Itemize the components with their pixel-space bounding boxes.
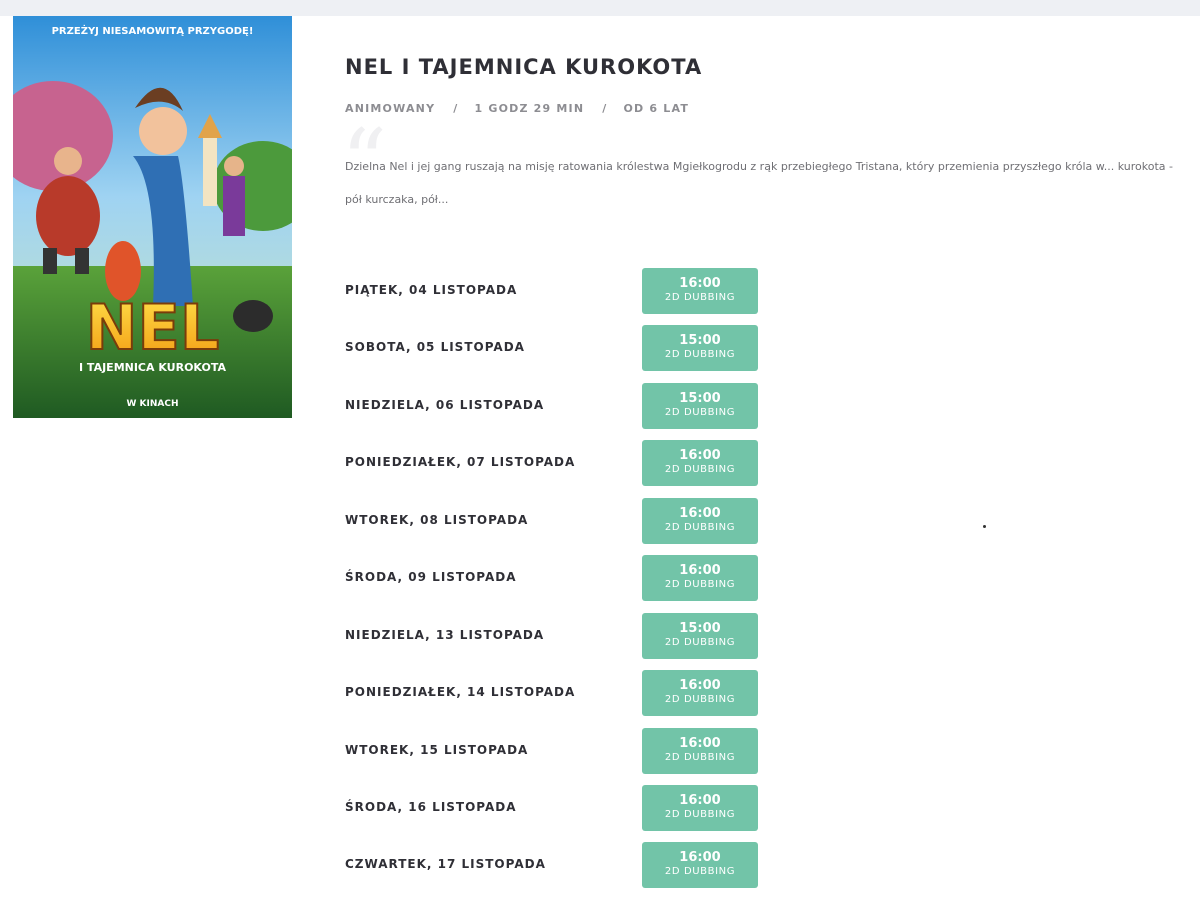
showtime-time: 15:00 bbox=[679, 391, 721, 406]
showtime-row: PONIEDZIAŁEK, 14 LISTOPADA 16:00 2D DUBBI… bbox=[345, 670, 765, 716]
showtime-time: 16:00 bbox=[679, 793, 721, 808]
showtime-day: PONIEDZIAŁEK, 07 LISTOPADA bbox=[345, 455, 576, 469]
showtime-time: 15:00 bbox=[679, 333, 721, 348]
showtime-day: WTOREK, 15 LISTOPADA bbox=[345, 743, 529, 757]
showtime-format: 2D DUBBING bbox=[664, 349, 736, 360]
showtime-time: 16:00 bbox=[679, 736, 721, 751]
showtime-button[interactable]: 16:00 2D DUBBING bbox=[642, 268, 758, 314]
showtime-time: 16:00 bbox=[679, 506, 721, 521]
poster-artwork: PRZEŻYJ NIESAMOWITĄ PRZYGODĘ! NEL I TAJE… bbox=[13, 16, 292, 418]
showtime-button[interactable]: 15:00 2D DUBBING bbox=[642, 325, 758, 371]
movie-age-rating: OD 6 LAT bbox=[623, 102, 690, 115]
showtime-day: NIEDZIELA, 06 LISTOPADA bbox=[345, 398, 545, 412]
showtime-day: ŚRODA, 16 LISTOPADA bbox=[345, 800, 517, 814]
poster-logo: NEL bbox=[86, 291, 220, 364]
movie-title[interactable]: NEL I TAJEMNICA KUROKOTA bbox=[345, 55, 702, 79]
showtime-row: WTOREK, 15 LISTOPADA 16:00 2D DUBBING bbox=[345, 728, 765, 774]
showtime-row: NIEDZIELA, 06 LISTOPADA 15:00 2D DUBBING bbox=[345, 383, 765, 429]
showtime-button[interactable]: 16:00 2D DUBBING bbox=[642, 842, 758, 888]
movie-meta: ANIMOWANY/1 GODZ 29 MIN / OD 6 LAT bbox=[345, 102, 689, 115]
showtime-row: CZWARTEK, 17 LISTOPADA 16:00 2D DUBBING bbox=[345, 842, 765, 888]
movie-duration: 1 GODZ 29 MIN bbox=[474, 102, 585, 115]
showtime-format: 2D DUBBING bbox=[664, 464, 736, 475]
showtime-day: CZWARTEK, 17 LISTOPADA bbox=[345, 857, 546, 871]
showtime-time: 16:00 bbox=[679, 563, 721, 578]
showtime-button[interactable]: 16:00 2D DUBBING bbox=[642, 670, 758, 716]
showtime-day: SOBOTA, 05 LISTOPADA bbox=[345, 340, 525, 354]
showtime-button[interactable]: 16:00 2D DUBBING bbox=[642, 498, 758, 544]
showtime-day: NIEDZIELA, 13 LISTOPADA bbox=[345, 628, 545, 642]
showtime-button[interactable]: 15:00 2D DUBBING bbox=[642, 613, 758, 659]
meta-separator: / bbox=[453, 102, 459, 115]
showtime-format: 2D DUBBING bbox=[664, 579, 736, 590]
poster-tagline: PRZEŻYJ NIESAMOWITĄ PRZYGODĘ! bbox=[52, 23, 254, 37]
showtime-button[interactable]: 16:00 2D DUBBING bbox=[642, 440, 758, 486]
showtime-time: 15:00 bbox=[679, 621, 721, 636]
meta-separator: / bbox=[602, 102, 608, 115]
showtime-format: 2D DUBBING bbox=[664, 866, 736, 877]
showtime-format: 2D DUBBING bbox=[664, 809, 736, 820]
showtime-format: 2D DUBBING bbox=[664, 752, 736, 763]
showtime-time: 16:00 bbox=[679, 850, 721, 865]
showtime-row: WTOREK, 08 LISTOPADA 16:00 2D DUBBING bbox=[345, 498, 765, 544]
stray-dot bbox=[983, 525, 986, 528]
showtime-format: 2D DUBBING bbox=[664, 694, 736, 705]
showtime-button[interactable]: 16:00 2D DUBBING bbox=[642, 785, 758, 831]
showtime-day: PONIEDZIAŁEK, 14 LISTOPADA bbox=[345, 685, 576, 699]
showtime-format: 2D DUBBING bbox=[664, 292, 736, 303]
showtime-format: 2D DUBBING bbox=[664, 522, 736, 533]
showtime-row: ŚRODA, 16 LISTOPADA 16:00 2D DUBBING bbox=[345, 785, 765, 831]
showtime-time: 16:00 bbox=[679, 448, 721, 463]
showtime-day: WTOREK, 08 LISTOPADA bbox=[345, 513, 529, 527]
showtime-button[interactable]: 15:00 2D DUBBING bbox=[642, 383, 758, 429]
showtime-day: ŚRODA, 09 LISTOPADA bbox=[345, 570, 517, 584]
showtime-day: PIĄTEK, 04 LISTOPADA bbox=[345, 283, 518, 297]
movie-description: Dzielna Nel i jej gang ruszają na misję … bbox=[345, 160, 1174, 206]
poster-logo-subtitle: I TAJEMNICA KUROKOTA bbox=[79, 361, 226, 374]
showtime-button[interactable]: 16:00 2D DUBBING bbox=[642, 728, 758, 774]
showtime-row: PONIEDZIAŁEK, 07 LISTOPADA 16:00 2D DUBBI… bbox=[345, 440, 765, 486]
showtime-row: NIEDZIELA, 13 LISTOPADA 15:00 2D DUBBING bbox=[345, 613, 765, 659]
showtime-row: ŚRODA, 09 LISTOPADA 16:00 2D DUBBING bbox=[345, 555, 765, 601]
showtime-time: 16:00 bbox=[679, 678, 721, 693]
showtime-button[interactable]: 16:00 2D DUBBING bbox=[642, 555, 758, 601]
showtime-row: PIĄTEK, 04 LISTOPADA 16:00 2D DUBBING bbox=[345, 268, 765, 314]
showtime-time: 16:00 bbox=[679, 276, 721, 291]
showtime-row: SOBOTA, 05 LISTOPADA 15:00 2D DUBBING bbox=[345, 325, 765, 371]
movie-poster[interactable]: PRZEŻYJ NIESAMOWITĄ PRZYGODĘ! NEL I TAJE… bbox=[13, 16, 292, 418]
poster-footer: W KINACH bbox=[126, 399, 178, 409]
showtime-format: 2D DUBBING bbox=[664, 637, 736, 648]
showtime-format: 2D DUBBING bbox=[664, 407, 736, 418]
